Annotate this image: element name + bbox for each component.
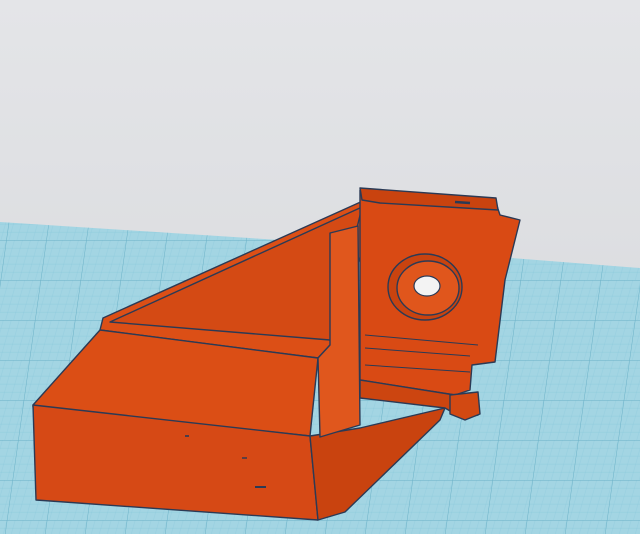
part-foot-knob — [449, 391, 481, 421]
3d-viewport[interactable] — [0, 0, 640, 534]
part-bolt-boss — [387, 253, 463, 321]
part-mark-4 — [454, 200, 471, 205]
viewport-canvas[interactable] — [0, 0, 640, 534]
